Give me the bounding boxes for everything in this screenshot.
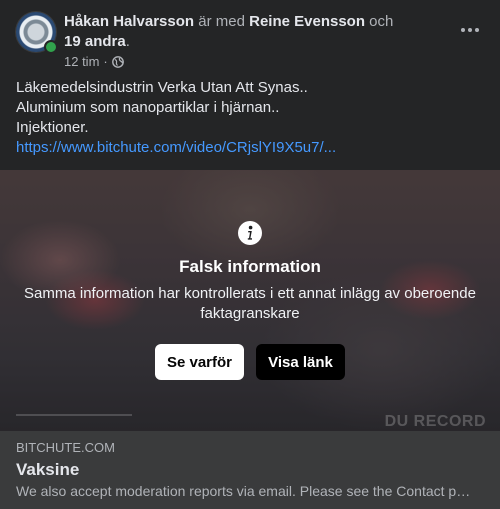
video-watermark: DU RECORD bbox=[384, 413, 486, 430]
post-body-line: Injektioner. bbox=[16, 119, 89, 136]
post-body-line: Aluminium som nanopartiklar i hjärnan.. bbox=[16, 99, 280, 116]
link-preview[interactable]: BITCHUTE.COM Vaksine We also accept mode… bbox=[0, 431, 500, 509]
info-icon bbox=[238, 221, 262, 245]
fact-check-title: Falsk information bbox=[179, 257, 321, 276]
post-header: Håkan Halvarsson är med Reine Evensson o… bbox=[16, 12, 484, 72]
post-meta: 12 tim · bbox=[64, 54, 124, 69]
online-status-indicator bbox=[44, 40, 58, 54]
post-link[interactable]: https://www.bitchute.com/video/CRjslYI9X… bbox=[16, 138, 484, 158]
preview-title: Vaksine bbox=[16, 460, 80, 479]
blurred-media[interactable]: Falsk information Samma information har … bbox=[0, 170, 500, 431]
post-body-line: Läkemedelsindustrin Verka Utan Att Synas… bbox=[16, 79, 308, 96]
post-body: Läkemedelsindustrin Verka Utan Att Synas… bbox=[16, 78, 484, 158]
meta-separator: · bbox=[103, 54, 108, 69]
see-why-button[interactable]: Se varför bbox=[155, 344, 244, 380]
others-link[interactable]: 19 andra bbox=[64, 33, 126, 50]
globe-icon bbox=[111, 55, 124, 68]
more-options-icon[interactable] bbox=[456, 20, 484, 40]
preview-domain: BITCHUTE.COM bbox=[16, 440, 115, 455]
preview-description: We also accept moderation reports via em… bbox=[16, 483, 476, 499]
post-title-line: Håkan Halvarsson är med Reine Evensson o… bbox=[64, 12, 414, 52]
post-time[interactable]: 12 tim bbox=[64, 54, 99, 69]
show-link-button[interactable]: Visa länk bbox=[256, 344, 345, 380]
tagged-person[interactable]: Reine Evensson bbox=[249, 13, 365, 30]
fact-check-subtitle: Samma information har kontrollerats i et… bbox=[24, 285, 476, 322]
with-text: är med bbox=[194, 13, 250, 30]
author-name[interactable]: Håkan Halvarsson bbox=[64, 13, 194, 30]
video-progress-track bbox=[16, 414, 132, 416]
and-text: och bbox=[365, 13, 394, 30]
period: . bbox=[125, 33, 130, 50]
